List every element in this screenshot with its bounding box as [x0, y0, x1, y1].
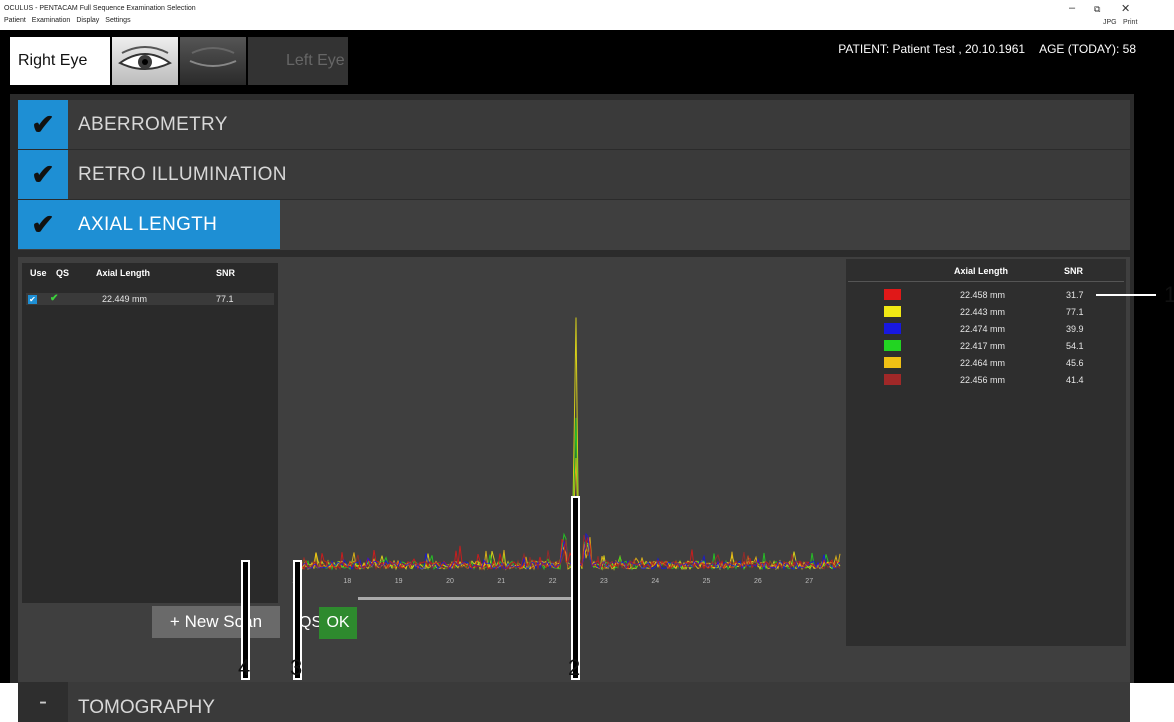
- section-label: AXIAL LENGTH: [78, 214, 218, 235]
- col-snr: SNR: [1064, 266, 1084, 276]
- axial-length-value: 22.443 mm: [960, 307, 1006, 317]
- menu-bar: Patient Examination Display Settings: [4, 17, 131, 24]
- axial-length-value: 22.458 mm: [960, 290, 1006, 300]
- series-color-swatch: [884, 374, 901, 385]
- menu-patient[interactable]: Patient: [4, 17, 26, 24]
- col-snr: SNR: [216, 268, 236, 278]
- x-tick-label: 25: [703, 578, 711, 585]
- snr-value: 77.1: [1066, 307, 1084, 317]
- divider: [848, 281, 1124, 282]
- callout-marker-2: [571, 496, 580, 680]
- axial-length-value: 22.449 mm: [102, 294, 148, 304]
- range-indicator: [358, 597, 576, 600]
- menu-examination[interactable]: Examination: [32, 17, 71, 24]
- col-axial-length: Axial Length: [954, 266, 1009, 276]
- restore-icon[interactable]: ⧉: [1094, 4, 1100, 15]
- qs-status-badge: OK: [319, 607, 357, 639]
- patient-info: PATIENT: Patient Test , 20.10.1961 AGE (T…: [838, 42, 1136, 56]
- main-area: Right Eye Left Eye PATIENT: Patient Test…: [0, 30, 1174, 722]
- callout-line-1: [1096, 294, 1156, 296]
- section-tomography[interactable]: - TOMOGRAPHY: [18, 682, 1130, 722]
- section-axial-length[interactable]: ✔ AXIAL LENGTH: [18, 200, 1130, 251]
- section-aberrometry[interactable]: ✔ ABERROMETRY: [18, 100, 1130, 150]
- axial-length-value: 22.417 mm: [960, 341, 1006, 351]
- menu-display[interactable]: Display: [76, 17, 99, 24]
- series-color-swatch: [884, 289, 901, 300]
- x-tick-label: 26: [754, 578, 762, 585]
- series-line: [295, 457, 841, 571]
- x-tick-label: 21: [497, 578, 505, 585]
- close-icon[interactable]: ✕: [1121, 2, 1130, 15]
- callout-label-3: 3: [290, 655, 303, 680]
- series-color-swatch: [884, 357, 901, 368]
- snr-value: 31.7: [1066, 290, 1084, 300]
- callout-label-2: 2: [568, 655, 581, 680]
- right-eye-image[interactable]: [112, 37, 178, 85]
- snr-value: 41.4: [1066, 375, 1084, 385]
- x-tick-label: 19: [395, 578, 403, 585]
- jpg-button[interactable]: JPG: [1103, 19, 1117, 26]
- series-line: [295, 495, 841, 571]
- new-scan-button[interactable]: + New Scan: [152, 606, 280, 638]
- series-line: [295, 417, 841, 571]
- x-tick-label: 23: [600, 578, 608, 585]
- x-tick-label: 18: [343, 578, 351, 585]
- section-label: TOMOGRAPHY: [78, 697, 215, 718]
- check-icon[interactable]: ✔: [18, 200, 68, 249]
- patient-age: AGE (TODAY): 58: [1039, 42, 1136, 56]
- x-tick-label: 24: [651, 578, 659, 585]
- check-icon[interactable]: ✔: [18, 100, 68, 149]
- x-tick-label: 27: [805, 578, 813, 585]
- section-label: ABERROMETRY: [78, 114, 228, 135]
- snr-value: 39.9: [1066, 324, 1084, 334]
- snr-value: 45.6: [1066, 358, 1084, 368]
- menu-settings[interactable]: Settings: [105, 17, 130, 24]
- collapse-icon[interactable]: -: [18, 682, 68, 722]
- series-color-swatch: [884, 306, 901, 317]
- axial-length-value: 22.464 mm: [960, 358, 1006, 368]
- axial-length-value: 22.456 mm: [960, 375, 1006, 385]
- open-eye-icon: [118, 46, 172, 70]
- axial-length-value: 22.474 mm: [960, 324, 1006, 334]
- section-retro-illumination[interactable]: ✔ RETRO ILLUMINATION: [18, 150, 1130, 200]
- callout-label-4: 4: [238, 655, 251, 680]
- series-color-swatch: [884, 340, 901, 351]
- table-row[interactable]: [26, 293, 274, 305]
- title-bar: OCULUS - PENTACAM Full Sequence Examinat…: [0, 0, 1174, 30]
- x-tick-label: 20: [446, 578, 454, 585]
- axial-length-chart: 1718192021222324252627: [292, 317, 841, 600]
- left-eye-tab[interactable]: Left Eye: [248, 37, 348, 85]
- series-line: [295, 317, 841, 571]
- snr-value: 77.1: [216, 294, 234, 304]
- print-button[interactable]: Print: [1123, 19, 1137, 26]
- qs-check-icon: ✔: [50, 293, 59, 304]
- x-tick-label: 22: [549, 578, 557, 585]
- patient-label: PATIENT: Patient Test , 20.10.1961: [838, 42, 1026, 56]
- section-label: RETRO ILLUMINATION: [78, 164, 287, 185]
- left-eye-image[interactable]: [180, 37, 246, 85]
- app-title: OCULUS - PENTACAM Full Sequence Examinat…: [4, 5, 196, 12]
- use-checkbox[interactable]: ✔: [28, 295, 37, 304]
- snr-value: 54.1: [1066, 341, 1084, 351]
- right-eye-tab[interactable]: Right Eye: [10, 37, 110, 85]
- measurement-table: Axial Length SNR 22.458 mm 31.7 22.443 mm 7…: [846, 259, 1126, 646]
- col-use: Use: [30, 268, 47, 278]
- series-color-swatch: [884, 323, 901, 334]
- col-qs: QS: [56, 268, 70, 278]
- callout-label-1: 1: [1164, 282, 1174, 307]
- closed-eye-icon: [189, 47, 237, 67]
- minimize-icon[interactable]: –: [1069, 2, 1075, 14]
- col-axial-length: Axial Length: [96, 268, 151, 278]
- check-icon[interactable]: ✔: [18, 150, 68, 199]
- scan-table: Use QS Axial Length SNR ✔ ✔ 22.449 mm 77…: [22, 263, 278, 603]
